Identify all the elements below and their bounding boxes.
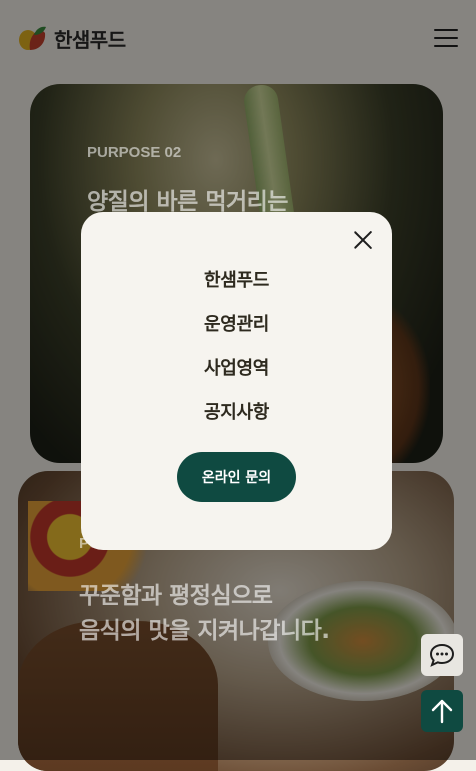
nav-item-notice[interactable]: 공지사항 xyxy=(81,389,392,433)
close-icon[interactable] xyxy=(352,229,374,251)
card-label: PURPOSE 02 xyxy=(87,144,182,161)
arrow-up-icon xyxy=(431,699,453,724)
online-inquiry-button[interactable]: 온라인 문의 xyxy=(177,452,296,502)
nav-item-business[interactable]: 사업영역 xyxy=(81,345,392,389)
modal-nav: 한샘푸드 운영관리 사업영역 공지사항 xyxy=(81,257,392,433)
scroll-top-button[interactable] xyxy=(421,690,463,732)
menu-modal: 한샘푸드 운영관리 사업영역 공지사항 온라인 문의 xyxy=(81,212,392,550)
chat-button[interactable] xyxy=(421,634,463,676)
card-title-line-1: 꾸준함과 평정심으로 xyxy=(79,583,273,609)
nav-item-operations[interactable]: 운영관리 xyxy=(81,301,392,345)
nav-item-hansaem-food[interactable]: 한샘푸드 xyxy=(81,257,392,301)
chat-bubble-icon xyxy=(429,643,455,667)
card-title-line-2: 음식의 맛을 지켜나갑니다. xyxy=(79,618,330,644)
